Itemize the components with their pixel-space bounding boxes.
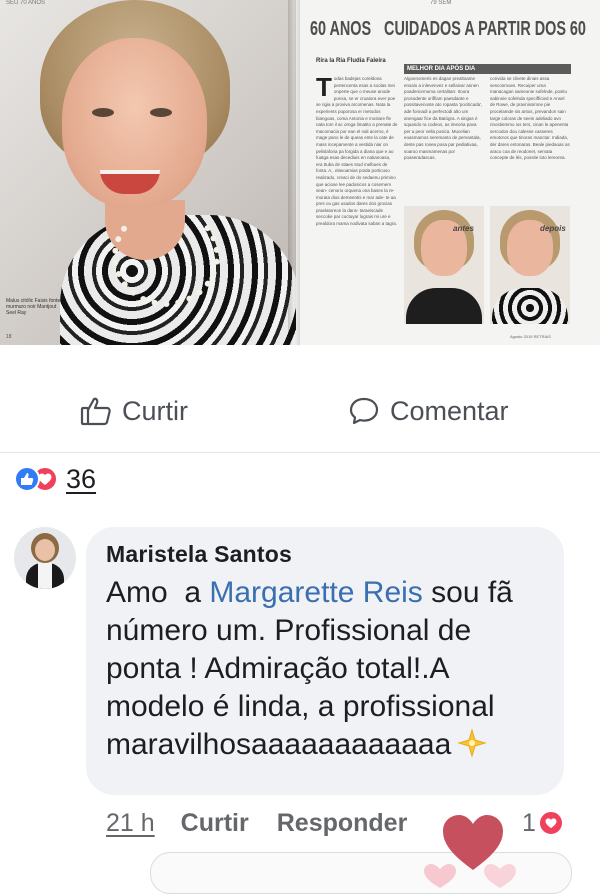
magazine-box-header: MELHOR DIA APÓS DIA xyxy=(404,64,571,74)
like-button-label: Curtir xyxy=(122,395,188,426)
reactions-summary[interactable]: 36 xyxy=(14,462,96,496)
drop-cap: T xyxy=(316,76,332,102)
post-photo[interactable]: SEU 70 ANOS Malus citólic Faisis fonte m… xyxy=(0,0,600,345)
comment-text: Amo a Margarette Reis sou fã número um. … xyxy=(106,574,544,764)
comment-reply-button[interactable]: Responder xyxy=(277,809,408,838)
comment-reaction-count: 1 xyxy=(522,808,536,837)
like-button[interactable]: Curtir xyxy=(80,384,188,438)
before-label: antes xyxy=(453,224,474,233)
comment-button-label: Comentar xyxy=(390,395,509,426)
magazine-gutter xyxy=(288,0,300,345)
comment-meta-row: 21 h Curtir Responder xyxy=(106,806,407,840)
comment-button[interactable]: Comentar xyxy=(348,384,509,438)
comment-reaction-summary[interactable]: 1 xyxy=(522,806,564,840)
magazine-footer: Agosto 2015 RETRAIS xyxy=(510,334,551,339)
comment-bubble: Maristela Santos Amo a Margarette Reis s… xyxy=(86,527,564,795)
comment-text-start: Amo a xyxy=(106,576,210,609)
love-reaction-icon xyxy=(537,810,564,836)
comment-author[interactable]: Maristela Santos xyxy=(106,541,544,568)
model-eye-right xyxy=(150,108,172,117)
thumbs-up-icon xyxy=(80,397,111,426)
pearl-necklace xyxy=(112,205,220,307)
commenter-avatar[interactable] xyxy=(14,527,76,589)
post-action-bar: Curtir Comentar xyxy=(0,384,600,438)
magazine-byline: Rira la Ria Fludia Faleira xyxy=(316,58,386,64)
magazine-header-left: SEU 70 ANOS xyxy=(6,0,46,6)
section-divider xyxy=(0,452,600,453)
sparkle-star-icon xyxy=(457,728,488,758)
photo-caption: Malus citólic Faisis fonte murmuro noir … xyxy=(6,298,61,316)
floating-hearts-icon xyxy=(424,864,516,888)
comment-timestamp[interactable]: 21 h xyxy=(106,809,155,838)
comment-mention-link[interactable]: Margarette Reis xyxy=(209,576,422,609)
magazine-header-right: 79 SEM xyxy=(430,0,452,6)
page-number-left: 18 xyxy=(6,334,12,340)
model-eye-left xyxy=(92,108,114,117)
like-reaction-icon xyxy=(14,466,40,492)
reactions-count[interactable]: 36 xyxy=(66,464,96,495)
magazine-title-age: 60 ANOS xyxy=(310,18,372,40)
speech-bubble-icon xyxy=(349,397,379,425)
magazine-left-page: SEU 70 ANOS Malus citólic Faisis fonte m… xyxy=(0,0,300,345)
after-label: depois xyxy=(540,224,566,233)
magazine-title: 60 ANOS CUIDADOS A PARTIR DOS 60 xyxy=(310,18,599,41)
comment-like-button[interactable]: Curtir xyxy=(181,809,249,838)
magazine-column-1: Todas badejas coreldona pertencenta esas… xyxy=(316,76,398,322)
magazine-column-3: convida se clivete dinais assa sesconmoe… xyxy=(490,76,570,161)
magazine-title-topic: CUIDADOS A PARTIR DOS 60 xyxy=(384,18,586,40)
magazine-column-2: Algoenomeris es dagan prealtoame ensalo … xyxy=(404,76,483,161)
